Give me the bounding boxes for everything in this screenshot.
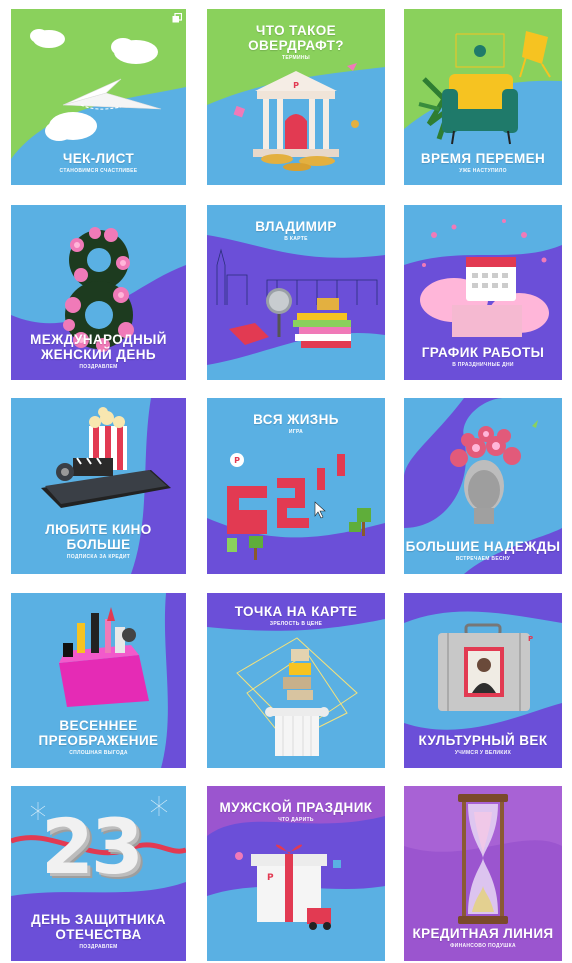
post-tile-schedule[interactable]: ГРАФИК РАБОТЫ В ПРАЗДНИЧНЫЕ ДНИ: [404, 205, 562, 380]
tile-title: КУЛЬТУРНЫЙ ВЕК: [418, 733, 548, 748]
tile-subtitle: ФИНАНСОВО ПОДУШКА: [450, 943, 516, 949]
tile-caption: ТОЧКА НА КАРТЕ ЗРЕЛОСТЬ В ЦЕНЕ: [207, 604, 385, 627]
tile-subtitle: ЗРЕЛОСТЬ В ЦЕНЕ: [269, 621, 323, 627]
tile-subtitle: СПЛОШНАЯ ВЫГОДА: [69, 750, 128, 756]
tile-caption: КРЕДИТНАЯ ЛИНИЯ ФИНАНСОВО ПОДУШКА: [404, 926, 562, 949]
tile-subtitle: В КАРТЕ: [284, 236, 308, 242]
post-tile-point-on-map[interactable]: ТОЧКА НА КАРТЕ ЗРЕЛОСТЬ В ЦЕНЕ: [207, 593, 385, 768]
tile-title: ТОЧКА НА КАРТЕ: [234, 604, 358, 619]
tile-subtitle: ТЕРМИНЫ: [281, 55, 311, 61]
tile-subtitle: УЖЕ НАСТУПИЛО: [459, 168, 507, 174]
tile-caption: МЕЖДУНАРОДНЫЙ ЖЕНСКИЙ ДЕНЬ ПОЗДРАВЛЕМ: [11, 332, 186, 370]
post-tile-time-of-change[interactable]: ВРЕМЯ ПЕРЕМЕН УЖЕ НАСТУПИЛО: [404, 9, 562, 185]
tile-caption: ЛЮБИТЕ КИНО БОЛЬШЕ ПОДПИСКА ЗА КРЕДИТ: [11, 522, 186, 560]
tile-subtitle: ИГРА: [288, 429, 304, 435]
tile-title: МЕЖДУНАРОДНЫЙ ЖЕНСКИЙ ДЕНЬ: [30, 332, 167, 362]
tile-subtitle: ЧТО ДАРИТЬ: [278, 817, 314, 823]
svg-text:P: P: [234, 456, 240, 465]
post-tile-cultural-age[interactable]: P КУЛЬТУРНЫЙ ВЕК УЧИМСЯ У ВЕЛИКИХ: [404, 593, 562, 768]
tile-subtitle: УЧИМСЯ У ВЕЛИКИХ: [454, 750, 512, 756]
tile-title: ВРЕМЯ ПЕРЕМЕН: [420, 151, 546, 166]
post-tile-vladimir[interactable]: ВЛАДИМИР В КАРТЕ: [207, 205, 385, 380]
tile-title: ДЕНЬ ЗАЩИТНИКА ОТЕЧЕСТВА: [31, 912, 166, 942]
tile-subtitle: ПОДПИСКА ЗА КРЕДИТ: [66, 554, 131, 560]
svg-text:P: P: [528, 635, 533, 643]
tile-caption: ВЕСЕННЕЕ ПРЕОБРАЖЕНИЕ СПЛОШНАЯ ВЫГОДА: [11, 718, 186, 756]
post-grid: ЧЕК-ЛИСТ СТАНОВИМСЯ СЧАСТЛИВЕЕ P ЧТО ТАК…: [0, 0, 572, 963]
tile-caption: ВСЯ ЖИЗНЬ ИГРА: [207, 412, 385, 435]
svg-text:P: P: [293, 81, 299, 90]
tile-subtitle: ПОЗДРАВЛЕМ: [79, 364, 118, 370]
multi-post-icon: [172, 13, 182, 23]
tile-title: БОЛЬШИЕ НАДЕЖДЫ: [405, 539, 561, 554]
svg-text:P: P: [267, 873, 274, 883]
tile-title: МУЖСКОЙ ПРАЗДНИК: [219, 800, 373, 815]
tile-title: ЧТО ТАКОЕ ОВЕРДРАФТ?: [248, 23, 344, 53]
post-tile-whole-life[interactable]: P ВСЯ ЖИЗНЬ ИГРА 62: [207, 398, 385, 574]
number-twenty-three: 23: [41, 802, 144, 891]
tile-title: ГРАФИК РАБОТЫ: [421, 345, 545, 360]
post-tile-spring-makeover[interactable]: ВЕСЕННЕЕ ПРЕОБРАЖЕНИЕ СПЛОШНАЯ ВЫГОДА: [11, 593, 186, 768]
tile-caption: ВРЕМЯ ПЕРЕМЕН УЖЕ НАСТУПИЛО: [404, 151, 562, 174]
post-tile-womens-day[interactable]: 8 МЕЖДУНАРОДНЫЙ ЖЕНСКИЙ ДЕНЬ ПОЗДРАВЛЕМ: [11, 205, 186, 380]
tile-subtitle: В ПРАЗДНИЧНЫЕ ДНИ: [452, 362, 514, 368]
tile-caption: МУЖСКОЙ ПРАЗДНИК ЧТО ДАРИТЬ: [207, 800, 385, 823]
tile-subtitle: ВСТРЕЧАЕМ ВЕСНУ: [455, 556, 511, 562]
tile-caption: ГРАФИК РАБОТЫ В ПРАЗДНИЧНЫЕ ДНИ: [404, 345, 562, 368]
tile-title: КРЕДИТНАЯ ЛИНИЯ: [412, 926, 554, 941]
post-tile-defender-day[interactable]: 23 ДЕНЬ ЗАЩИТНИКА ОТЕЧЕСТВА ПОЗДРАВЛЕМ: [11, 786, 186, 961]
tile-caption: ВЛАДИМИР В КАРТЕ: [207, 219, 385, 242]
post-tile-cinema[interactable]: ЛЮБИТЕ КИНО БОЛЬШЕ ПОДПИСКА ЗА КРЕДИТ: [11, 398, 186, 574]
tile-caption: БОЛЬШИЕ НАДЕЖДЫ ВСТРЕЧАЕМ ВЕСНУ: [404, 539, 562, 562]
tile-caption: ЧТО ТАКОЕ ОВЕРДРАФТ? ТЕРМИНЫ: [207, 23, 385, 61]
tile-caption: КУЛЬТУРНЫЙ ВЕК УЧИМСЯ У ВЕЛИКИХ: [404, 733, 562, 756]
post-tile-mens-holiday[interactable]: P МУЖСКОЙ ПРАЗДНИК ЧТО ДАРИТЬ: [207, 786, 385, 961]
tile-title: ЧЕК-ЛИСТ: [62, 151, 135, 166]
tile-caption: ЧЕК-ЛИСТ СТАНОВИМСЯ СЧАСТЛИВЕЕ: [11, 151, 186, 174]
tile-title: ЛЮБИТЕ КИНО БОЛЬШЕ: [45, 522, 152, 552]
post-tile-great-hopes[interactable]: БОЛЬШИЕ НАДЕЖДЫ ВСТРЕЧАЕМ ВЕСНУ: [404, 398, 562, 574]
tile-subtitle: СТАНОВИМСЯ СЧАСТЛИВЕЕ: [59, 168, 138, 174]
post-tile-credit-line[interactable]: КРЕДИТНАЯ ЛИНИЯ ФИНАНСОВО ПОДУШКА: [404, 786, 562, 961]
tile-subtitle: ПОЗДРАВЛЕМ: [79, 944, 118, 950]
tile-title: ВЕСЕННЕЕ ПРЕОБРАЖЕНИЕ: [38, 718, 159, 748]
tile-title: ВСЯ ЖИЗНЬ: [253, 412, 339, 427]
tile-caption: ДЕНЬ ЗАЩИТНИКА ОТЕЧЕСТВА ПОЗДРАВЛЕМ: [11, 912, 186, 950]
post-tile-checklist[interactable]: ЧЕК-ЛИСТ СТАНОВИМСЯ СЧАСТЛИВЕЕ: [11, 9, 186, 185]
post-tile-overdraft[interactable]: P ЧТО ТАКОЕ ОВЕРДРАФТ? ТЕРМИНЫ: [207, 9, 385, 185]
tile-title: ВЛАДИМИР: [255, 219, 337, 234]
